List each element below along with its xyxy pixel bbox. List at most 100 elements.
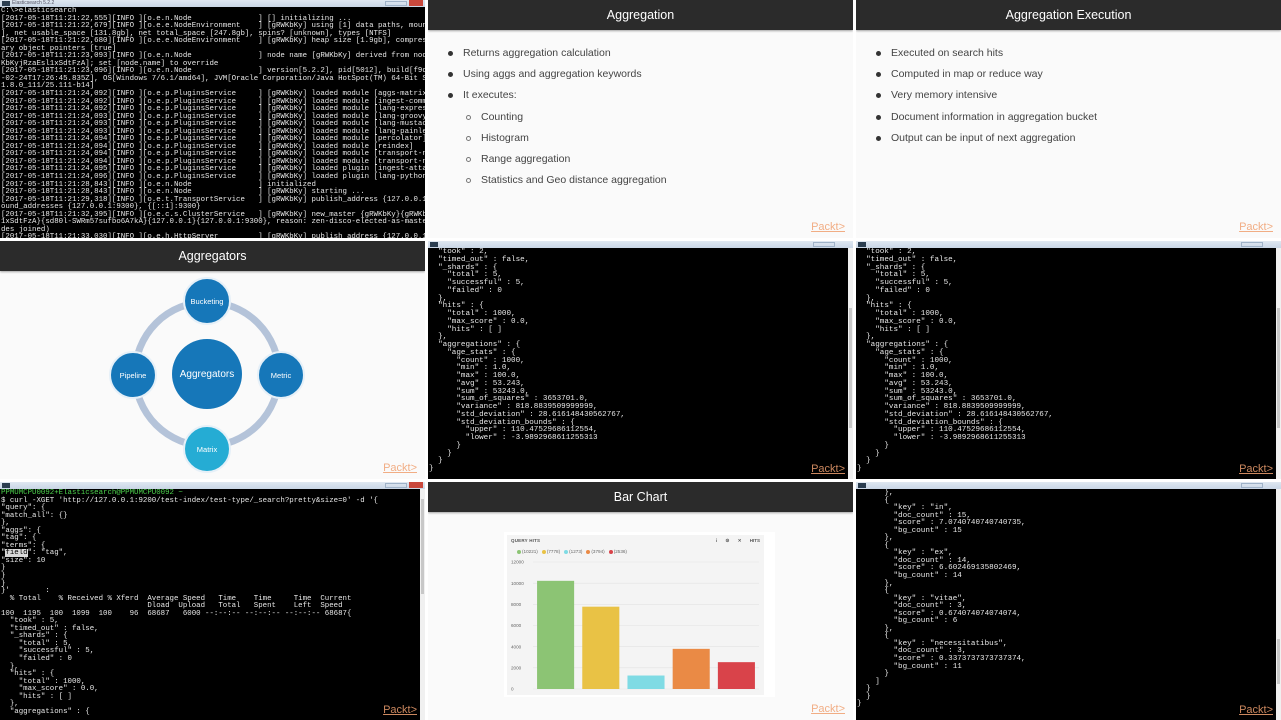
- packt-logo: Packt>: [383, 704, 417, 717]
- console-icon: [430, 242, 438, 247]
- scrollbar[interactable]: [848, 248, 853, 479]
- slide-title: Aggregators: [0, 241, 425, 271]
- y-tick-label: 4000: [511, 644, 522, 649]
- window-titlebar: [0, 482, 425, 489]
- thumbnail-elasticsearch-console[interactable]: Elasticsearch 5.2.2 C:\>elasticsearch [2…: [0, 0, 425, 238]
- packt-logo: Packt>: [1239, 463, 1273, 476]
- console-line: }: [857, 700, 862, 709]
- bullet-item: Statistics and Geo distance aggregation: [446, 170, 853, 191]
- y-tick-label: 2000: [511, 665, 522, 670]
- bullet-icon: [448, 51, 453, 56]
- close-icon[interactable]: [409, 0, 423, 6]
- packt-logo: Packt>: [811, 221, 845, 233]
- close-icon[interactable]: [409, 482, 423, 488]
- bullet-list: Returns aggregation calculation Using agg…: [428, 30, 853, 191]
- video-thumbnail-grid: Elasticsearch 5.2.2 C:\>elasticsearch [2…: [0, 0, 1281, 720]
- thumbnail-significant-terms[interactable]: }, { "key" : "in", "doc_count" : 15, "sc…: [856, 482, 1281, 720]
- slide-title: Aggregation Execution: [856, 0, 1281, 30]
- scrollbar[interactable]: [1276, 248, 1281, 479]
- bullet-item: Range aggregation: [446, 149, 853, 170]
- window-titlebar: [856, 241, 1281, 248]
- y-tick-label: 12000: [511, 560, 524, 565]
- window-titlebar: Elasticsearch 5.2.2: [0, 0, 425, 7]
- scrollbar[interactable]: [1276, 489, 1281, 720]
- console-output: }, { "key" : "in", "doc_count" : 15, "sc…: [856, 489, 1281, 709]
- bar-chart: 0 2000 4000 6000 8000 10000 12000: [511, 560, 759, 692]
- hollow-bullet-icon: [466, 156, 471, 162]
- packt-logo: Packt>: [811, 703, 845, 715]
- scrollbar-thumb[interactable]: [421, 499, 424, 594]
- y-tick-label: 0: [511, 687, 514, 692]
- bullet-icon: [448, 93, 453, 99]
- console-line: 1xSdtFzA}{sd80l-SWRm57sufbo6A7kA}{127.0.…: [1, 218, 425, 227]
- window-titlebar: [428, 241, 853, 248]
- console-line: [2017-05-18T11:21:33,030][INFO ][o.e.h.H…: [1, 233, 425, 238]
- window-controls[interactable]: [385, 1, 407, 6]
- bar[interactable]: [717, 662, 755, 689]
- bullet-text: Range aggregation: [481, 152, 571, 165]
- response-output: "size": 10 } } } }' : % Total % Received…: [1, 556, 352, 716]
- curl-command: $ curl -XGET 'http://127.0.0.1:9200/test…: [1, 496, 378, 505]
- hollow-bullet-icon: [466, 178, 471, 184]
- console-icon: [2, 1, 10, 6]
- window-controls[interactable]: [1241, 483, 1263, 488]
- bullet-text: Computed in map or reduce way: [891, 68, 1043, 81]
- scrollbar-thumb[interactable]: [1277, 308, 1280, 428]
- thumbnail-bar-chart[interactable]: Bar Chart QUERY HITS i ⚙ ✕ HITS (10221)(…: [428, 482, 853, 720]
- bullet-text: Histogram: [481, 131, 529, 144]
- bullet-item: It executes:: [446, 85, 853, 106]
- bullet-text: Output can be input of next aggregation: [891, 131, 1076, 144]
- bar[interactable]: [537, 580, 575, 689]
- thumbnail-curl-request[interactable]: PPMUMCPU0092+Elasticsearch@PPMUMCPU0092 …: [0, 482, 425, 720]
- thumbnail-aggregation-slide[interactable]: Aggregation Returns aggregation calculat…: [428, 0, 853, 238]
- y-tick-label: 6000: [511, 623, 522, 628]
- thumbnail-aggregation-execution-slide[interactable]: Aggregation Execution Executed on search…: [856, 0, 1281, 238]
- bullet-list: Executed on search hits Computed in map o…: [856, 30, 1281, 149]
- bullet-icon: [876, 135, 881, 141]
- window-titlebar: [856, 482, 1281, 489]
- slide-title: Bar Chart: [428, 482, 853, 512]
- bullet-text: Statistics and Geo distance aggregation: [481, 174, 667, 187]
- bullet-text: Counting: [481, 110, 524, 123]
- bullet-text: Executed on search hits: [891, 47, 1004, 59]
- bar[interactable]: [672, 648, 710, 689]
- bullet-text: Returns aggregation calculation: [463, 47, 611, 59]
- packt-logo: Packt>: [383, 462, 417, 474]
- console-output: "took" : 2, "timed_out" : false, "_shard…: [856, 248, 1281, 474]
- scrollbar-thumb[interactable]: [849, 308, 852, 428]
- window-controls[interactable]: [1241, 242, 1263, 247]
- hollow-bullet-icon: [466, 114, 471, 120]
- y-tick-label: 10000: [511, 581, 524, 586]
- bullet-icon: [876, 51, 881, 56]
- bullet-item: Histogram: [446, 128, 853, 149]
- bullet-text: Very memory intensive: [891, 89, 998, 102]
- console-output: "took" : 2, "timed_out" : false, "_shard…: [428, 248, 853, 474]
- node-bucketing: Bucketing: [183, 277, 231, 325]
- thumbnail-stats-response[interactable]: "took" : 2, "timed_out" : false, "_shard…: [428, 241, 853, 479]
- scrollbar[interactable]: [420, 489, 425, 720]
- aggregators-diagram: Aggregators Bucketing Metric Matrix Pipe…: [0, 271, 425, 479]
- bullet-icon: [876, 72, 881, 78]
- bullet-item: Very memory intensive: [874, 85, 1281, 106]
- thumbnail-aggregators-diagram[interactable]: Aggregators Aggregators Bucketing Metric…: [0, 241, 425, 479]
- request-body: "query": { "match_all": {} }, "aggs": { …: [1, 504, 68, 550]
- bullet-text: Document information in aggregation buck…: [891, 110, 1098, 123]
- console-line: }: [429, 465, 434, 473]
- window-controls[interactable]: [813, 242, 835, 247]
- bullet-text: It executes:: [463, 89, 517, 102]
- y-tick-label: 8000: [511, 602, 522, 607]
- chart-panel: QUERY HITS i ⚙ ✕ HITS (10221) (7778) (1273…: [507, 535, 764, 695]
- window-controls[interactable]: [385, 483, 407, 488]
- bullet-item: Output can be input of next aggregation: [874, 128, 1281, 149]
- chart-card: QUERY HITS i ⚙ ✕ HITS (10221) (7778) (1273…: [504, 532, 775, 697]
- bullet-item: Document information in aggregation buck…: [874, 107, 1281, 128]
- bar[interactable]: [627, 675, 665, 689]
- bar[interactable]: [582, 606, 620, 689]
- bullet-icon: [876, 114, 881, 120]
- bullet-item: Returns aggregation calculation: [446, 43, 853, 64]
- bullet-icon: [876, 93, 881, 99]
- thumbnail-stats-response-2[interactable]: "took" : 2, "timed_out" : false, "_shard…: [856, 241, 1281, 479]
- hollow-bullet-icon: [466, 135, 471, 141]
- bullet-item: Computed in map or reduce way: [874, 64, 1281, 85]
- scrollbar-thumb[interactable]: [1277, 639, 1280, 684]
